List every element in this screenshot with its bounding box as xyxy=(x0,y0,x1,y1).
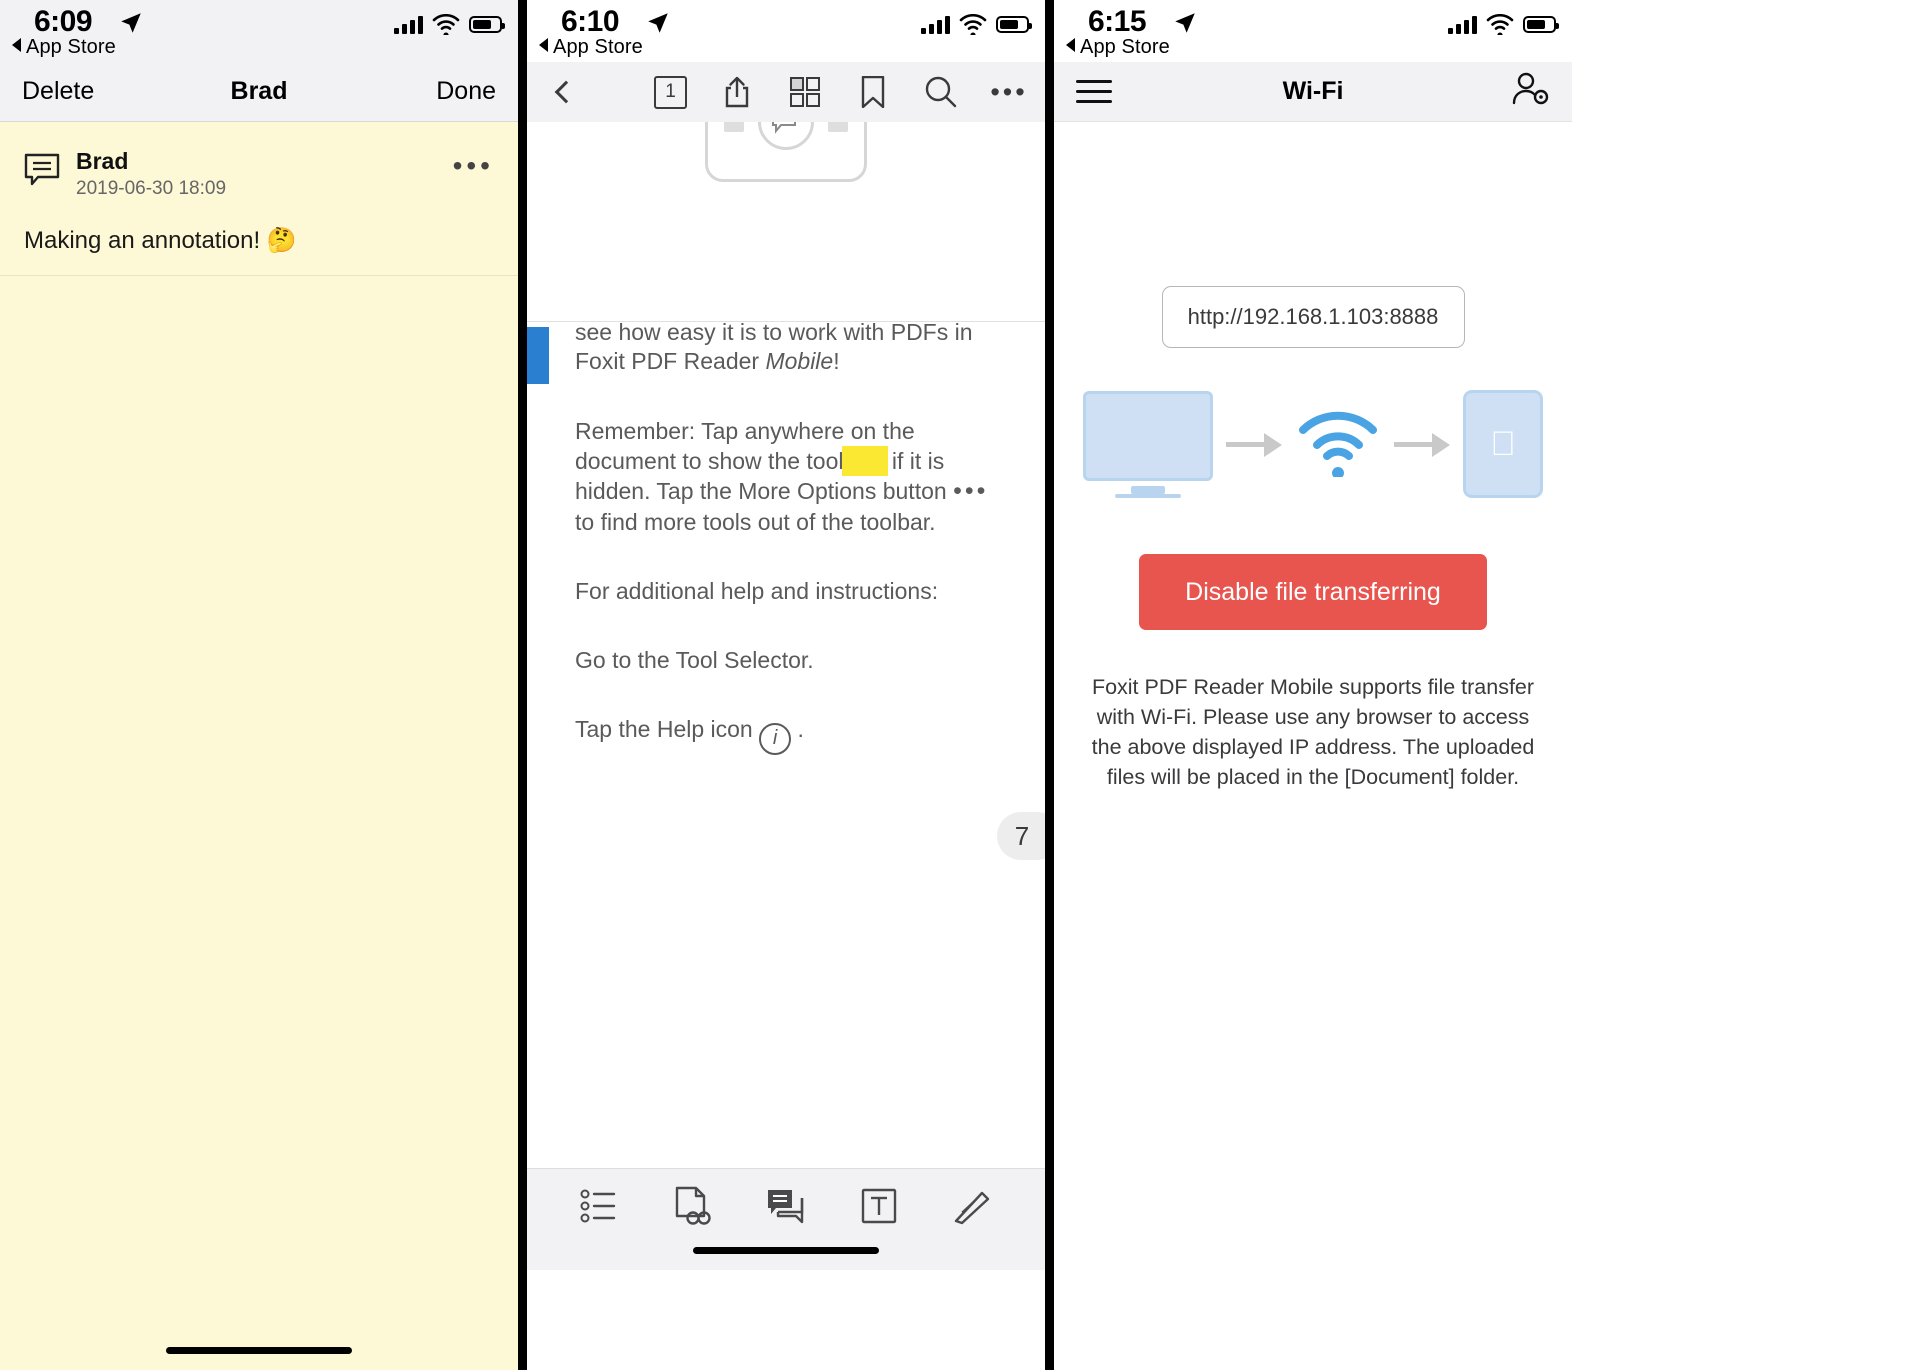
battery-icon xyxy=(1523,16,1559,33)
search-icon[interactable] xyxy=(923,74,959,110)
wifi-nav-bar: Wi-Fi xyxy=(1054,62,1572,122)
cellular-signal-icon xyxy=(1448,15,1477,34)
arrow-right-icon xyxy=(1226,431,1282,457)
info-icon: i xyxy=(759,723,792,756)
page-organize-icon[interactable] xyxy=(669,1182,717,1230)
annotation-text: Making an annotation! 🤔 xyxy=(24,227,297,255)
transfer-flow-diagram:  xyxy=(1083,390,1543,498)
battery-icon xyxy=(469,16,505,33)
status-time: 6:15 xyxy=(1088,5,1147,38)
annotation-date: 2019-06-30 18:09 xyxy=(76,178,227,200)
outline-list-icon[interactable] xyxy=(576,1182,624,1230)
three-phone-screenshots: 6:09 App Store Delete Brad Done Brad 201… xyxy=(0,0,1920,1370)
page-title: Wi-Fi xyxy=(1282,77,1344,105)
page-count-icon[interactable]: 1 xyxy=(654,75,687,109)
comment-bubble-icon xyxy=(758,122,814,150)
cellular-signal-icon xyxy=(921,15,950,34)
document-paragraph-3: For additional help and instructions: xyxy=(575,577,939,604)
pdf-bottom-toolbar xyxy=(527,1168,1045,1270)
document-paragraph-2: Remember: Tap anywhere on the document t… xyxy=(575,417,997,537)
done-button[interactable]: Done xyxy=(436,77,496,106)
annotation-nav-bar: Delete Brad Done xyxy=(0,62,518,122)
wifi-description-text: Foxit PDF Reader Mobile supports file tr… xyxy=(1091,675,1535,790)
paragraph-2-tail: to find more tools out of the toolbar. xyxy=(575,508,936,535)
status-bar-3: 6:15 App Store xyxy=(1054,0,1572,62)
panel-divider-2 xyxy=(1045,0,1054,1370)
paragraph-1-tail: ! xyxy=(833,348,840,375)
home-indicator xyxy=(166,1347,352,1354)
apple-logo-icon:  xyxy=(1490,425,1516,464)
disable-file-transferring-button[interactable]: Disable file transferring xyxy=(1139,554,1487,630)
text-box-icon[interactable] xyxy=(855,1182,903,1230)
status-time: 6:10 xyxy=(561,5,620,38)
back-button[interactable] xyxy=(545,74,581,110)
document-paragraph-5: Tap the Help icon i . xyxy=(575,715,997,756)
ip-address-display[interactable]: http://192.168.1.103:8888 xyxy=(1161,286,1465,348)
location-arrow-icon xyxy=(1175,13,1195,33)
back-to-app-store-link[interactable]: App Store xyxy=(12,36,116,59)
annotation-header: Brad 2019-06-30 18:09 xyxy=(24,148,494,200)
status-bar-2: 6:10 App Store xyxy=(527,0,1045,62)
comment-icon[interactable] xyxy=(762,1182,810,1230)
home-indicator xyxy=(693,1247,879,1254)
tablet-icon:  xyxy=(1463,390,1543,498)
delete-button[interactable]: Delete xyxy=(22,77,94,106)
status-time: 6:09 xyxy=(34,5,93,38)
location-arrow-icon xyxy=(121,13,141,33)
status-indicators-1 xyxy=(394,14,505,35)
wifi-icon xyxy=(1486,14,1514,35)
wifi-icon xyxy=(432,14,460,35)
grid-view-icon[interactable] xyxy=(787,74,823,110)
annotation-card[interactable]: Brad 2019-06-30 18:09 ••• Making an anno… xyxy=(0,122,518,277)
pdf-page-canvas[interactable]: Give it a try! Take a moment to try it b… xyxy=(527,122,1045,1270)
annotation-more-button[interactable]: ••• xyxy=(453,152,494,180)
wifi-icon xyxy=(1299,411,1377,477)
paragraph-5-tail: . xyxy=(791,716,804,743)
highlight-annotation[interactable] xyxy=(841,445,888,476)
annotation-meta: Brad 2019-06-30 18:09 xyxy=(76,148,226,200)
annotation-body: Brad 2019-06-30 18:09 ••• Making an anno… xyxy=(0,122,518,1370)
comment-icon xyxy=(24,153,60,186)
blue-side-tab xyxy=(527,327,549,384)
phone-illustration xyxy=(705,122,867,182)
pdf-toolbar-icons: 1 ••• xyxy=(654,74,1027,110)
status-bar-1: 6:09 App Store xyxy=(0,0,518,62)
document-paragraph-4: Go to the Tool Selector. xyxy=(575,647,814,674)
pdf-reader-panel: 6:10 App Store 1 ••• see how easy it is … xyxy=(527,0,1045,1370)
share-icon[interactable] xyxy=(719,74,755,110)
wifi-content: http://192.168.1.103:8888  Disable file… xyxy=(1054,286,1572,1370)
back-to-app-store-link[interactable]: App Store xyxy=(539,36,643,59)
paragraph-5-text: Tap the Help icon xyxy=(575,716,760,743)
thumb-square-icon xyxy=(724,122,744,132)
more-options-icon[interactable]: ••• xyxy=(990,74,1027,110)
previous-page-fragment xyxy=(527,122,1045,322)
location-arrow-icon xyxy=(648,13,668,33)
signature-icon[interactable] xyxy=(948,1182,996,1230)
pdf-top-toolbar: 1 ••• xyxy=(527,62,1045,122)
thumb-square-icon xyxy=(828,122,848,132)
battery-icon xyxy=(996,16,1032,33)
panel-divider-1 xyxy=(518,0,527,1370)
cellular-signal-icon xyxy=(394,15,423,34)
page-number-badge: 7 xyxy=(997,812,1045,860)
paragraph-1-emphasis: Mobile xyxy=(765,348,834,375)
wifi-icon xyxy=(959,14,987,35)
annotation-author: Brad xyxy=(76,148,129,174)
annotation-panel: 6:09 App Store Delete Brad Done Brad 201… xyxy=(0,0,518,1370)
desktop-monitor-icon xyxy=(1083,391,1213,498)
status-indicators-2 xyxy=(921,14,1032,35)
bookmark-icon[interactable] xyxy=(855,74,891,110)
inline-more-options-icon: ••• xyxy=(953,477,989,506)
wifi-transfer-panel: 6:15 App Store Wi-Fi http://192.168.1.10… xyxy=(1054,0,1572,1370)
arrow-right-icon xyxy=(1394,431,1450,457)
back-to-app-store-link[interactable]: App Store xyxy=(1066,36,1170,59)
status-indicators-3 xyxy=(1448,14,1559,35)
